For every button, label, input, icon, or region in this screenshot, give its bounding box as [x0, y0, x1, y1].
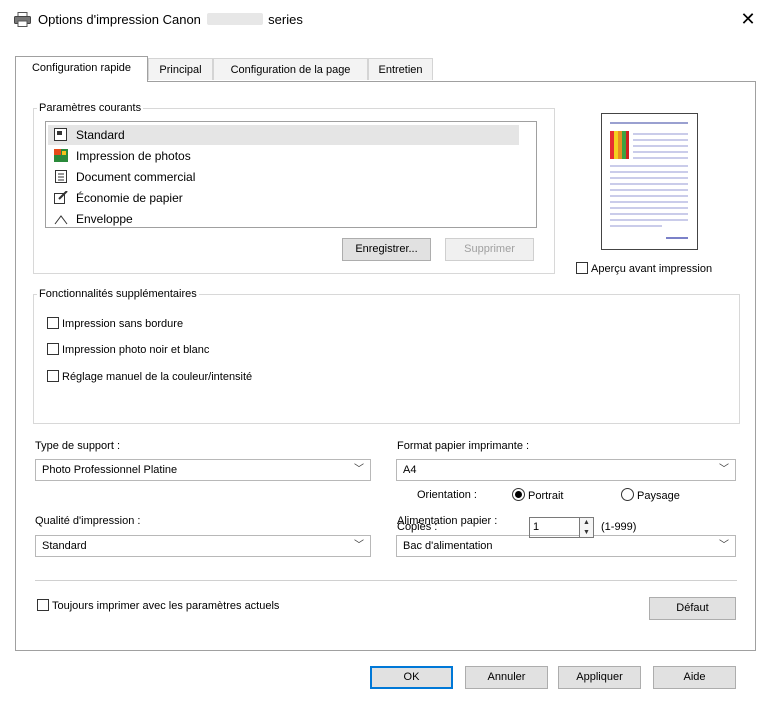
borderless-checkbox-row[interactable]: Impression sans bordure — [47, 317, 183, 330]
list-item[interactable]: Impression de photos — [48, 146, 191, 166]
decrement-icon[interactable]: ▼ — [580, 528, 593, 538]
landscape-label: Paysage — [637, 490, 680, 502]
photo-icon — [54, 149, 68, 162]
preview-page-image — [610, 122, 688, 239]
title-bar: Options d'impression Canon series ✕ — [0, 0, 770, 40]
redacted-model-name — [206, 13, 263, 25]
always-print-row[interactable]: Toujours imprimer avec les paramètres ac… — [37, 599, 279, 612]
chevron-down-icon: ﹀ — [354, 540, 364, 551]
additional-features-group: Fonctionnalités supplémentaires — [33, 288, 740, 424]
portrait-label: Portrait — [528, 490, 564, 502]
copies-input[interactable]: 1 — [529, 517, 580, 538]
printer-icon — [14, 12, 31, 27]
ok-button[interactable]: OK — [370, 666, 453, 689]
always-print-checkbox[interactable] — [37, 599, 49, 611]
tab-entretien[interactable]: Entretien — [368, 58, 433, 80]
always-print-label: Toujours imprimer avec les paramètres ac… — [52, 600, 280, 612]
list-item-label: Standard — [76, 128, 125, 142]
document-icon — [55, 170, 67, 183]
increment-icon[interactable]: ▲ — [580, 518, 593, 528]
color-adjust-checkbox[interactable] — [47, 370, 59, 382]
chevron-down-icon: ﹀ — [354, 464, 364, 475]
list-item[interactable]: Enveloppe — [48, 209, 133, 227]
borderless-label: Impression sans bordure — [62, 318, 184, 330]
chevron-down-icon: ﹀ — [719, 464, 729, 475]
orientation-label: Orientation : — [417, 489, 477, 501]
preview-checkbox-label: Aperçu avant impression — [591, 263, 713, 275]
tab-configuration-page[interactable]: Configuration de la page — [213, 58, 368, 80]
color-adjust-label: Réglage manuel de la couleur/intensité — [62, 371, 253, 383]
defaults-button[interactable]: Défaut — [649, 597, 736, 620]
portrait-option[interactable]: Portrait — [512, 488, 563, 502]
list-item[interactable]: Économie de papier — [48, 188, 183, 208]
media-type-label: Type de support : — [35, 440, 120, 452]
preview-checkbox-row[interactable]: Aperçu avant impression — [576, 262, 712, 275]
list-item[interactable]: Standard — [48, 125, 519, 145]
print-quality-label: Qualité d'impression : — [35, 515, 141, 527]
copies-label: Copies : — [397, 521, 438, 533]
borderless-checkbox[interactable] — [47, 317, 59, 329]
list-item-label: Économie de papier — [76, 191, 183, 205]
print-quality-value: Standard — [42, 540, 87, 552]
portrait-radio[interactable] — [512, 488, 525, 501]
divider — [35, 580, 737, 581]
current-settings-legend: Paramètres courants — [39, 102, 142, 114]
preview-checkbox[interactable] — [576, 262, 588, 274]
tab-principal[interactable]: Principal — [148, 58, 213, 80]
help-button[interactable]: Aide — [653, 666, 736, 689]
chevron-down-icon: ﹀ — [719, 540, 729, 551]
close-button[interactable]: ✕ — [736, 9, 760, 30]
page-preview — [601, 113, 698, 250]
cancel-button[interactable]: Annuler — [465, 666, 548, 689]
paper-size-label: Format papier imprimante : — [397, 440, 530, 452]
list-item-label: Enveloppe — [76, 212, 133, 226]
paper-saving-icon — [54, 191, 68, 204]
color-adjust-checkbox-row[interactable]: Réglage manuel de la couleur/intensité — [47, 370, 252, 383]
window-title: Options d'impression Canon series — [38, 12, 303, 27]
copies-stepper[interactable]: ▲ ▼ — [580, 517, 594, 538]
current-settings-list[interactable]: Standard Impression de photos Document c… — [45, 121, 537, 228]
media-type-select[interactable]: Photo Professionnel Platine ﹀ — [35, 459, 371, 481]
save-settings-button[interactable]: Enregistrer... — [342, 238, 431, 261]
delete-settings-button[interactable]: Supprimer — [445, 238, 534, 261]
landscape-radio[interactable] — [621, 488, 634, 501]
paper-source-select[interactable]: Bac d'alimentation ﹀ — [396, 535, 736, 557]
list-item[interactable]: Document commercial — [48, 167, 195, 187]
window-title-prefix: Options d'impression Canon — [38, 12, 201, 27]
paper-size-value: A4 — [403, 464, 417, 476]
list-item-label: Document commercial — [76, 170, 196, 184]
media-type-value: Photo Professionnel Platine — [42, 464, 178, 476]
list-item-label: Impression de photos — [76, 149, 191, 163]
envelope-icon — [54, 215, 68, 225]
paper-size-select[interactable]: A4 ﹀ — [396, 459, 736, 481]
bw-photo-checkbox-row[interactable]: Impression photo noir et blanc — [47, 343, 209, 356]
bw-photo-label: Impression photo noir et blanc — [62, 344, 210, 356]
additional-features-legend: Fonctionnalités supplémentaires — [39, 288, 197, 300]
window-title-suffix: series — [268, 12, 303, 27]
standard-icon — [54, 128, 67, 141]
apply-button[interactable]: Appliquer — [558, 666, 641, 689]
paper-source-value: Bac d'alimentation — [403, 540, 493, 552]
print-quality-select[interactable]: Standard ﹀ — [35, 535, 371, 557]
bw-photo-checkbox[interactable] — [47, 343, 59, 355]
copies-range: (1-999) — [601, 521, 637, 533]
landscape-option[interactable]: Paysage — [621, 488, 680, 502]
tab-configuration-rapide[interactable]: Configuration rapide — [15, 56, 148, 82]
